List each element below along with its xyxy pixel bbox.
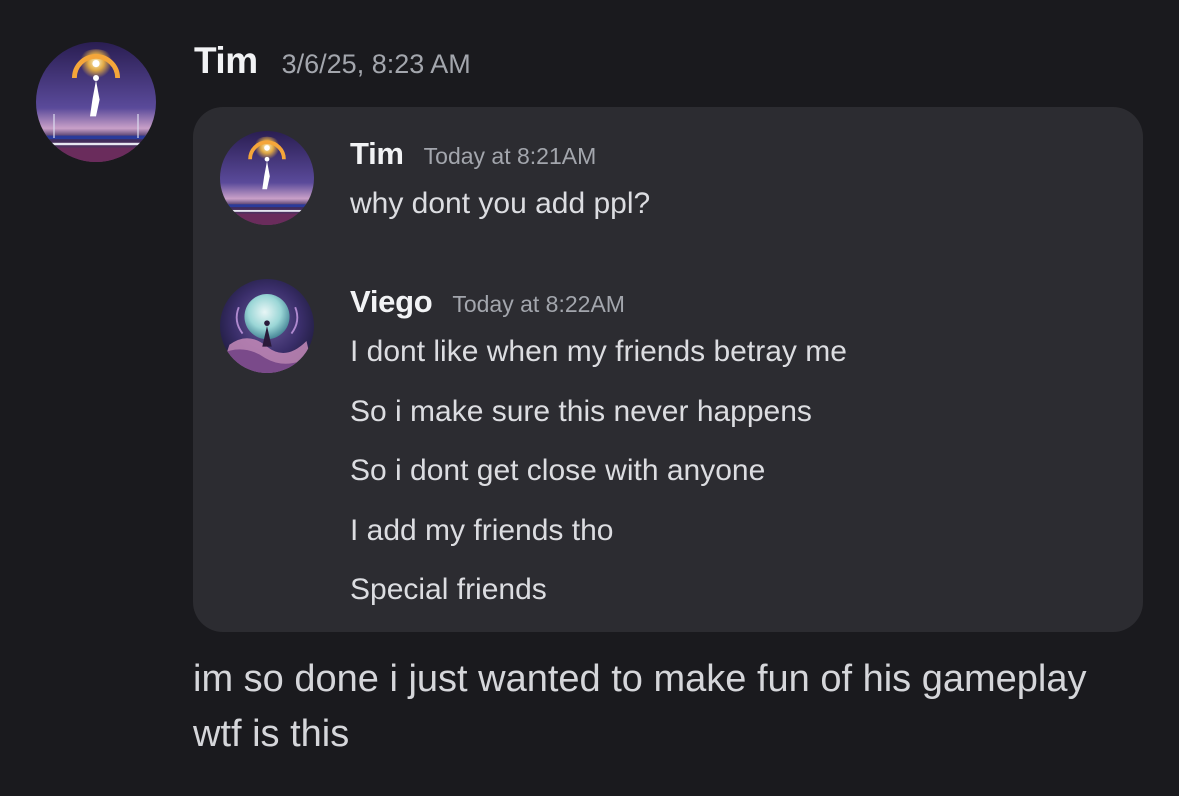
forwarded-messages-card: Tim Today at 8:21AM why dont you add ppl…: [193, 107, 1143, 632]
message-header: Tim 3/6/25, 8:23 AM: [194, 40, 471, 82]
chat-message: Tim 3/6/25, 8:23 AM Tim Today at 8:21AM …: [0, 0, 1179, 796]
forwarded-message-line: I dont like when my friends betray me: [350, 335, 847, 368]
forwarded-message-line: Special friends: [350, 573, 547, 606]
forwarded-header-2: Viego Today at 8:22AM: [350, 284, 625, 320]
forwarded-author-name[interactable]: Tim: [350, 136, 404, 172]
forwarded-message-line: I add my friends tho: [350, 513, 614, 547]
user-avatar-tim[interactable]: [36, 42, 156, 162]
author-name[interactable]: Tim: [194, 40, 258, 82]
night-sky-figure-icon: [220, 131, 314, 225]
moon-figure-icon: [220, 279, 314, 373]
forwarded-message-line: So i make sure this never happens: [350, 394, 812, 428]
forwarded-avatar-tim[interactable]: [220, 131, 314, 225]
forwarded-message-lines: why dont you add ppl?: [350, 185, 650, 245]
message-timestamp: 3/6/25, 8:23 AM: [281, 49, 471, 79]
forwarded-message-line: why dont you add ppl?: [350, 187, 651, 220]
forwarded-avatar-viego[interactable]: [220, 279, 314, 373]
night-sky-figure-icon: [36, 42, 156, 162]
forwarded-timestamp: Today at 8:22AM: [452, 291, 625, 317]
forwarded-message-lines: I dont like when my friends betray me So…: [350, 333, 847, 631]
forwarded-header-1: Tim Today at 8:21AM: [350, 136, 596, 172]
forwarded-message-line: So i dont get close with anyone: [350, 454, 766, 487]
message-text: im so done i just wanted to make fun of …: [193, 658, 1087, 755]
forwarded-author-name[interactable]: Viego: [350, 284, 433, 320]
forwarded-timestamp: Today at 8:21AM: [423, 143, 597, 169]
